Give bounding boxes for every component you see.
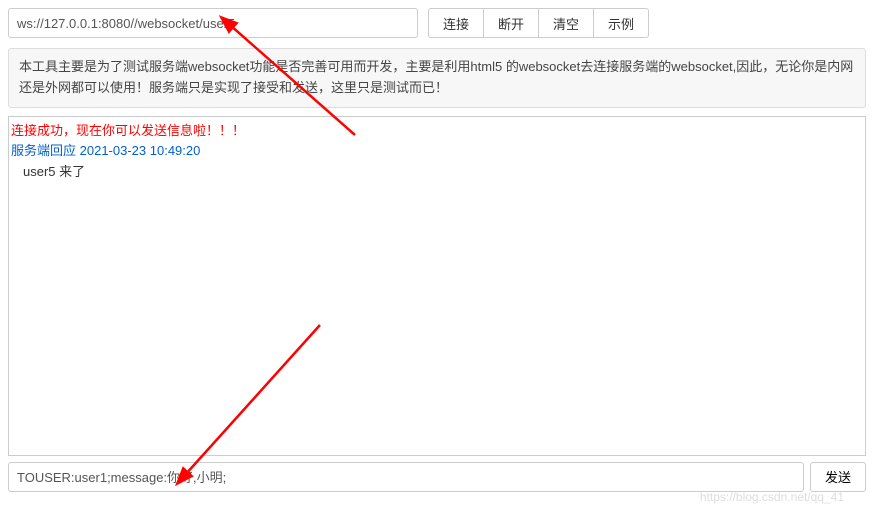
info-description: 本工具主要是为了测试服务端websocket功能是否完善可用而开发，主要是利用h… <box>8 48 866 108</box>
connect-button[interactable]: 连接 <box>428 8 484 38</box>
websocket-url-input[interactable] <box>8 8 418 38</box>
log-connected-status: 连接成功，现在你可以发送信息啦！！！ <box>11 121 863 142</box>
disconnect-button[interactable]: 断开 <box>483 8 539 38</box>
log-server-reply: 服务端回应 2021-03-23 10:49:20 <box>11 141 863 162</box>
log-server-label: 服务端回应 <box>11 143 76 158</box>
log-timestamp: 2021-03-23 10:49:20 <box>80 143 201 158</box>
message-input[interactable] <box>8 462 804 492</box>
header-row: 连接 断开 清空 示例 <box>8 8 866 38</box>
clear-button[interactable]: 清空 <box>538 8 594 38</box>
log-message: user5 来了 <box>11 162 863 183</box>
log-output: 连接成功，现在你可以发送信息啦！！！ 服务端回应 2021-03-23 10:4… <box>8 116 866 456</box>
footer-row: 发送 <box>8 462 866 492</box>
example-button[interactable]: 示例 <box>593 8 649 38</box>
send-button[interactable]: 发送 <box>810 462 866 492</box>
watermark-text: https://blog.csdn.net/qq_41 <box>700 490 844 504</box>
button-group: 连接 断开 清空 示例 <box>428 8 649 38</box>
